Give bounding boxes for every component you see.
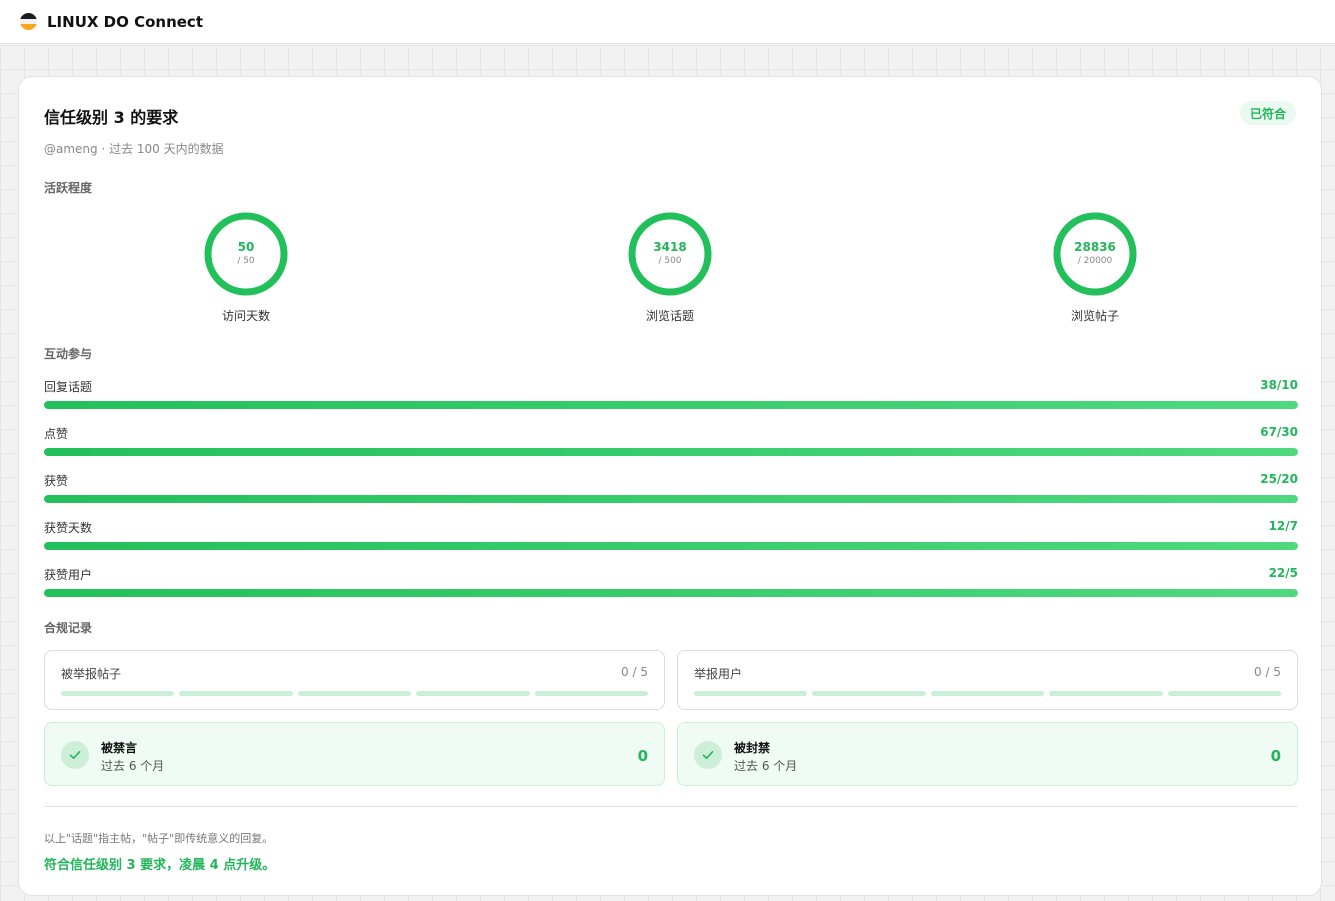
segment — [297, 691, 412, 696]
segment-bar — [694, 691, 1282, 696]
check-title: 被封禁 — [734, 741, 771, 755]
linux-do-logo-icon[interactable] — [20, 13, 37, 30]
bar-like-days: 获赞天数 12/7 — [44, 519, 1298, 550]
check-subtitle: 过去 6 个月 — [101, 759, 165, 773]
top-bar: LINUX DO Connect — [0, 0, 1335, 44]
progress-fill — [44, 448, 1298, 456]
check-count: 0 — [1270, 747, 1281, 765]
progress-fill — [44, 542, 1298, 550]
bar-value: 25/20 — [1260, 472, 1298, 486]
progress-ring: 3418 / 500 — [627, 211, 713, 297]
bar-value: 38/10 — [1260, 378, 1298, 392]
check-count: 0 — [637, 747, 648, 765]
activity-rings: 50 / 50 访问天数 3418 / 500 浏览话题 28836 / 200… — [44, 211, 1298, 326]
progress-ring: 28836 / 20000 — [1052, 211, 1138, 297]
bar-label: 获赞天数 — [44, 521, 93, 535]
ring-topics-viewed: 3418 / 500 浏览话题 — [610, 211, 730, 324]
status-badge: 已符合 — [1239, 101, 1296, 125]
progress-track — [44, 542, 1298, 550]
bar-value: 22/5 — [1268, 566, 1298, 580]
segment — [1167, 691, 1282, 696]
progress-track — [44, 401, 1298, 409]
check-icon — [61, 741, 89, 769]
ring-posts-viewed: 28836 / 20000 浏览帖子 — [1035, 211, 1155, 324]
check-subtitle: 过去 6 个月 — [734, 759, 798, 773]
segment — [694, 691, 808, 696]
bar-value: 12/7 — [1268, 519, 1298, 533]
ring-label: 浏览帖子 — [1070, 309, 1119, 323]
card-subtitle: @ameng · 过去 100 天内的数据 — [44, 142, 224, 156]
progress-fill — [44, 589, 1298, 597]
app-title[interactable]: LINUX DO Connect — [47, 13, 203, 31]
ring-visit-days: 50 / 50 访问天数 — [186, 211, 306, 324]
ring-max: / 20000 — [1077, 256, 1113, 266]
record-name: 举报用户 — [694, 667, 743, 681]
bar-label: 获赞用户 — [44, 568, 93, 582]
segment — [930, 691, 1045, 696]
bar-label: 点赞 — [44, 427, 69, 441]
segment — [812, 691, 926, 696]
record-flagged-posts: 被举报帖子 0 / 5 — [44, 650, 665, 710]
segment — [1049, 691, 1163, 696]
check-icon — [694, 741, 722, 769]
check-suspended: 被封禁 过去 6 个月 0 — [677, 722, 1298, 786]
record-count: 0 / 5 — [1254, 665, 1281, 679]
bar-label: 获赞 — [44, 474, 69, 488]
segment-bar — [61, 691, 649, 696]
progress-fill — [44, 401, 1298, 409]
ring-max: / 50 — [237, 256, 255, 266]
ring-label: 浏览话题 — [645, 309, 694, 323]
bar-likes-received: 获赞 25/20 — [44, 472, 1298, 503]
section-label-activity: 活跃程度 — [44, 181, 93, 195]
segment — [534, 691, 649, 696]
bar-replies: 回复话题 38/10 — [44, 378, 1298, 409]
bar-label: 回复话题 — [44, 380, 93, 394]
bar-like-users: 获赞用户 22/5 — [44, 566, 1298, 597]
bar-value: 67/30 — [1260, 425, 1298, 439]
ring-value: 28836 — [1074, 240, 1116, 254]
section-label-interaction: 互动参与 — [44, 347, 93, 361]
segment — [61, 691, 175, 696]
divider — [44, 806, 1298, 807]
ring-value: 3418 — [653, 240, 687, 254]
card-title: 信任级别 3 的要求 — [44, 108, 179, 127]
record-flagged-users: 举报用户 0 / 5 — [677, 650, 1298, 710]
progress-ring: 50 / 50 — [203, 211, 289, 297]
ring-label: 访问天数 — [221, 309, 270, 323]
section-label-compliance: 合规记录 — [44, 621, 93, 635]
ring-max: / 500 — [658, 256, 682, 266]
segment — [179, 691, 293, 696]
upgrade-result: 符合信任级别 3 要求，凌晨 4 点升级。 — [44, 858, 276, 873]
progress-track — [44, 495, 1298, 503]
record-count: 0 / 5 — [621, 665, 648, 679]
trust-level-card: 信任级别 3 的要求 已符合 @ameng · 过去 100 天内的数据 活跃程… — [18, 76, 1322, 896]
segment — [416, 691, 530, 696]
progress-fill — [44, 495, 1298, 503]
record-name: 被举报帖子 — [61, 667, 122, 681]
footer-note: 以上"话题"指主帖，"帖子"即传统意义的回复。 — [44, 832, 274, 845]
check-title: 被禁言 — [101, 741, 138, 755]
progress-track — [44, 589, 1298, 597]
ring-value: 50 — [237, 240, 255, 254]
check-silenced: 被禁言 过去 6 个月 0 — [44, 722, 665, 786]
bar-likes-given: 点赞 67/30 — [44, 425, 1298, 456]
progress-track — [44, 448, 1298, 456]
